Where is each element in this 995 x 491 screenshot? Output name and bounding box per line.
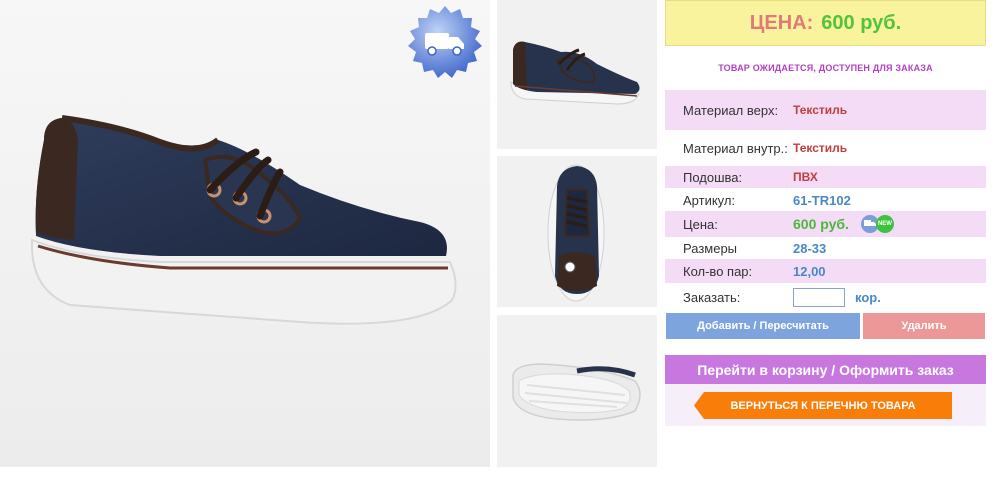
spec-row-sizes: Размеры 28-33 [665, 237, 986, 259]
new-badge-icon: NEW [875, 215, 894, 233]
spec-row-pairs: Кол-во пар: 12,00 [665, 259, 986, 283]
shoe-sole-thumb-image [497, 315, 657, 467]
order-row: Заказать: кор. [665, 283, 986, 311]
thumbnail-top-view[interactable] [497, 156, 657, 307]
order-quantity-input[interactable] [793, 287, 845, 307]
spec-label: Артикул: [683, 192, 736, 208]
spec-value: 28-33 [793, 240, 827, 256]
thumbnail-sole-view[interactable] [497, 315, 657, 467]
delete-button[interactable]: Удалить [863, 313, 985, 339]
main-product-photo[interactable] [0, 0, 490, 467]
spec-value: 12,00 [793, 263, 826, 279]
spec-label: Материал внутр.: [683, 140, 788, 156]
spec-value: Текстиль [793, 141, 848, 155]
spec-value: Текстиль [793, 103, 848, 117]
spec-row-article: Артикул: 61-TR102 [665, 189, 986, 211]
spec-label: Материал верх: [683, 102, 779, 118]
spec-row-inner-material: Материал внутр.: Текстиль [665, 130, 986, 166]
truck-icon [408, 6, 482, 78]
shoe-top-thumb-image [497, 156, 657, 307]
checkout-button[interactable]: Перейти в корзину / Оформить заказ [665, 355, 986, 384]
order-label: Заказать: [683, 289, 741, 305]
product-page: ЦЕНА: 600 руб. ТОВАР ОЖИДАЕТСЯ, ДОСТУПЕН… [0, 0, 995, 491]
thumbnail-side-view[interactable] [497, 0, 657, 149]
spec-row-price: Цена: 600 руб. NEW [665, 211, 986, 237]
spec-label: Размеры [683, 240, 738, 256]
delivery-badge [406, 4, 484, 82]
price-banner: ЦЕНА: 600 руб. [665, 0, 986, 46]
add-recalculate-button[interactable]: Добавить / Пересчитать [666, 313, 860, 339]
price-banner-value: 600 руб. [821, 11, 902, 34]
spec-value: 61-TR102 [793, 192, 851, 208]
spec-value: ПВХ [793, 170, 818, 184]
spec-value: 600 руб. [793, 216, 849, 232]
price-icons: NEW [860, 215, 894, 233]
spec-label: Цена: [683, 216, 718, 232]
spec-row-sole: Подошва: ПВХ [665, 166, 986, 188]
availability-note: ТОВАР ОЖИДАЕТСЯ, ДОСТУПЕН ДЛЯ ЗАКАЗА [718, 63, 933, 73]
spec-row-upper-material: Материал верх: Текстиль [665, 90, 986, 130]
back-to-list-button[interactable]: ВЕРНУТЬСЯ К ПЕРЕЧНЮ ТОВАРА [694, 392, 952, 419]
spec-label: Подошва: [683, 169, 743, 185]
price-banner-label: ЦЕНА: [749, 11, 814, 34]
spec-label: Кол-во пар: [683, 263, 753, 279]
shoe-side-thumb-image [497, 0, 657, 149]
order-unit: кор. [855, 289, 881, 305]
